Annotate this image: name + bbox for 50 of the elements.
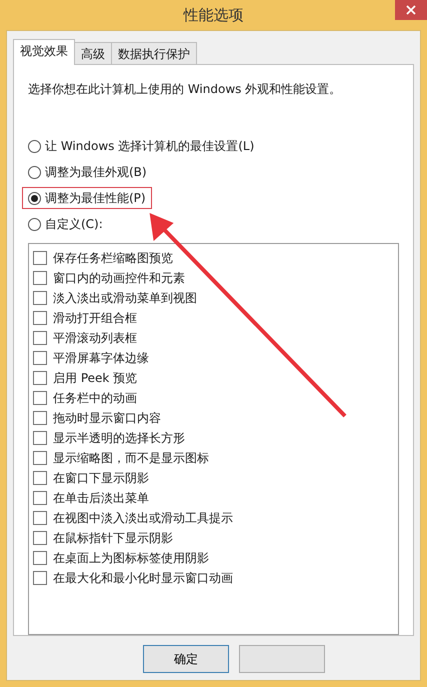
checkbox[interactable] — [33, 411, 47, 425]
checkbox-label: 在视图中淡入淡出或滑动工具提示 — [53, 510, 233, 526]
checkbox-label: 在最大化和最小化时显示窗口动画 — [53, 570, 233, 586]
checkbox[interactable] — [33, 351, 47, 365]
dialog-button[interactable]: 确定 — [143, 645, 229, 673]
checkbox-label: 显示半透明的选择长方形 — [53, 430, 185, 446]
checkbox-label: 平滑屏幕字体边缘 — [53, 350, 149, 366]
checkbox[interactable] — [33, 251, 47, 265]
radio-label: 自定义(C): — [45, 216, 103, 232]
checkbox-label: 平滑滚动列表框 — [53, 330, 137, 346]
checkbox-label: 任务栏中的动画 — [53, 390, 137, 406]
checkbox-label: 在单击后淡出菜单 — [53, 490, 149, 506]
checkbox[interactable] — [33, 511, 47, 525]
checkbox[interactable] — [33, 431, 47, 445]
checkbox[interactable] — [33, 531, 47, 545]
checkbox-label: 在桌面上为图标标签使用阴影 — [53, 550, 209, 566]
checkbox-label: 窗口内的动画控件和元素 — [53, 270, 185, 286]
close-button[interactable] — [395, 0, 427, 20]
checkbox[interactable] — [33, 571, 47, 585]
checkbox[interactable] — [33, 551, 47, 565]
checkbox-label: 淡入淡出或滑动菜单到视图 — [53, 290, 197, 306]
radio-label: 调整为最佳外观(B) — [45, 164, 147, 180]
checkbox-label: 拖动时显示窗口内容 — [53, 410, 161, 426]
checkbox-label: 在窗口下显示阴影 — [53, 470, 149, 486]
checkbox[interactable] — [33, 471, 47, 485]
checkbox-label: 保存任务栏缩略图预览 — [53, 250, 173, 266]
radio-button[interactable] — [28, 192, 41, 204]
checkbox[interactable] — [33, 391, 47, 405]
description-text: 选择你想在此计算机上使用的 Windows 外观和性能设置。 — [28, 81, 342, 98]
radio-button[interactable] — [28, 166, 41, 178]
radio-label: 让 Windows 选择计算机的最佳设置(L) — [45, 138, 254, 154]
checkbox[interactable] — [33, 331, 47, 345]
radio-button[interactable] — [28, 218, 41, 230]
checkbox-label: 显示缩略图，而不是显示图标 — [53, 450, 209, 466]
tab[interactable]: 高级 — [74, 42, 112, 64]
window-title: 性能选项 — [184, 6, 244, 24]
checkbox[interactable] — [33, 491, 47, 505]
radio-button[interactable] — [28, 140, 41, 152]
tab[interactable]: 视觉效果 — [13, 39, 75, 65]
checkbox[interactable] — [33, 371, 47, 385]
checkbox[interactable] — [33, 271, 47, 285]
checkbox[interactable] — [33, 291, 47, 305]
checkbox[interactable] — [33, 451, 47, 465]
tab[interactable]: 数据执行保护 — [111, 42, 197, 64]
checkbox-label: 滑动打开组合框 — [53, 310, 137, 326]
checkbox-label: 在鼠标指针下显示阴影 — [53, 530, 173, 546]
checkbox-label: 启用 Peek 预览 — [53, 370, 138, 386]
close-icon — [406, 5, 416, 15]
radio-label: 调整为最佳性能(P) — [45, 190, 146, 206]
checkbox[interactable] — [33, 311, 47, 325]
